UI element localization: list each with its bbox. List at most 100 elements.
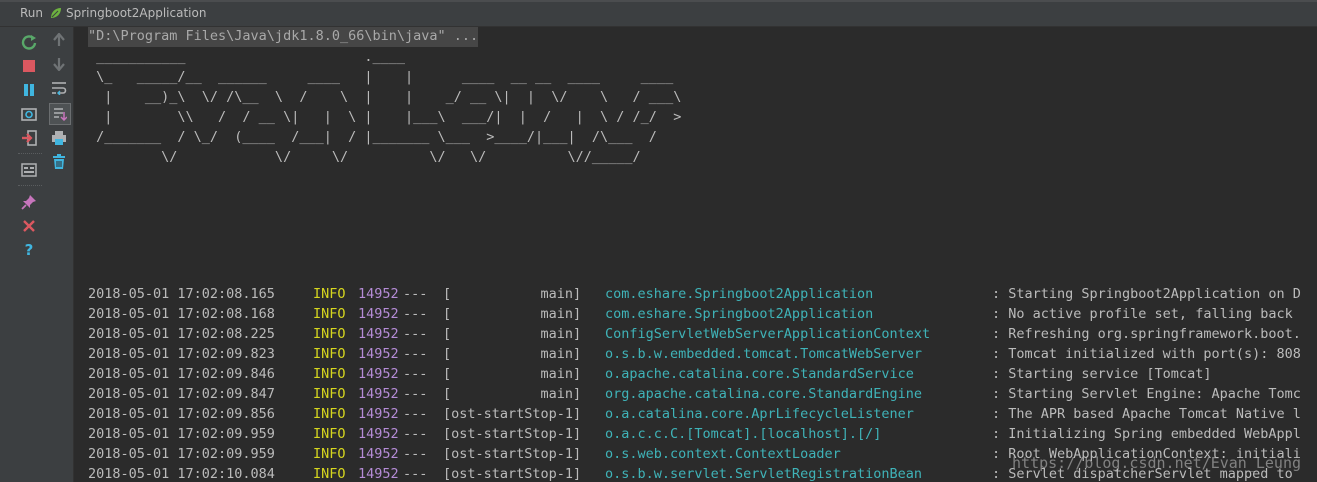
soft-wrap-icon [52, 82, 67, 95]
run-label: Run [20, 6, 44, 20]
log-line: 2018-05-01 17:02:09.823 INFO 14952 --- [… [88, 344, 1317, 364]
log-line: 2018-05-01 17:02:08.165 INFO 14952 --- [… [88, 284, 1317, 304]
log-thread: [ost-startStop-1] [443, 466, 582, 482]
log-level: INFO [313, 466, 346, 482]
log-level: INFO [313, 366, 346, 382]
log-separator: --- [403, 346, 428, 362]
pin-icon [21, 195, 36, 210]
help-button[interactable]: ? [20, 241, 38, 259]
log-thread: [ost-startStop-1] [443, 426, 582, 442]
help-icon: ? [24, 241, 34, 259]
scroll-up-button[interactable] [50, 31, 68, 49]
log-thread: [ main] [443, 386, 582, 402]
log-logger[interactable]: ConfigServletWebServerApplicationContext [605, 324, 992, 344]
log-logger[interactable]: com.eshare.Springboot2Application [605, 304, 992, 324]
stop-icon [23, 60, 35, 72]
log-message: : Refreshing org.springframework.boot. [992, 326, 1301, 342]
log-thread: [ main] [443, 366, 582, 382]
log-pid: 14952 [358, 446, 399, 462]
close-tab-button[interactable] [20, 217, 38, 235]
log-level: INFO [313, 426, 346, 442]
print-button[interactable] [50, 129, 68, 147]
clear-all-button[interactable] [50, 153, 68, 171]
log-timestamp: 2018-05-01 17:02:09.846 [88, 366, 275, 382]
pin-tab-button[interactable] [20, 193, 38, 211]
log-message: : The APR based Apache Tomcat Native l [992, 406, 1301, 422]
log-pid: 14952 [358, 366, 399, 382]
log-line: 2018-05-01 17:02:09.846 INFO 14952 --- [… [88, 364, 1317, 384]
log-timestamp: 2018-05-01 17:02:09.823 [88, 346, 275, 362]
scroll-down-icon [53, 58, 65, 71]
rerun-icon [21, 35, 37, 50]
scroll-to-end-button[interactable] [49, 103, 71, 125]
log-pid: 14952 [358, 286, 399, 302]
log-thread: [ main] [443, 326, 582, 342]
log-pid: 14952 [358, 406, 399, 422]
banner-line: ___________ .____ [88, 49, 405, 65]
log-logger[interactable]: o.apache.catalina.core.StandardService [605, 364, 992, 384]
log-logger[interactable]: o.s.b.w.servlet.ServletRegistrationBean [605, 464, 992, 482]
log-level: INFO [313, 286, 346, 302]
pause-button[interactable] [20, 81, 38, 99]
log-timestamp: 2018-05-01 17:02:09.959 [88, 446, 275, 462]
soft-wrap-button[interactable] [50, 79, 68, 97]
log-pid: 14952 [358, 386, 399, 402]
exit-icon [22, 130, 37, 146]
banner-line: | __)_\ \/ /\__ \ / \ | | _/ __ \| | \/ … [88, 89, 682, 105]
log-logger[interactable]: o.a.catalina.core.AprLifecycleListener [605, 404, 992, 424]
run-actions-toolbar: ? [0, 27, 47, 482]
log-timestamp: 2018-05-01 17:02:10.084 [88, 466, 275, 482]
run-tool-window-header: Run Springboot2Application [0, 0, 1317, 27]
log-separator: --- [403, 386, 428, 402]
exit-button[interactable] [20, 129, 38, 147]
banner-line: \_ _____/__ ______ ____ | | ____ __ __ _… [88, 69, 674, 85]
log-pid: 14952 [358, 426, 399, 442]
log-separator: --- [403, 326, 428, 342]
log-logger[interactable]: org.apache.catalina.core.StandardEngine [605, 384, 992, 404]
log-pid: 14952 [358, 346, 399, 362]
dump-threads-icon [21, 108, 37, 121]
run-config-tab-label: Springboot2Application [66, 6, 207, 20]
log-level: INFO [313, 406, 346, 422]
rerun-button[interactable] [20, 33, 38, 51]
scroll-down-button[interactable] [50, 55, 68, 73]
log-thread: [ main] [443, 346, 582, 362]
log-thread: [ost-startStop-1] [443, 446, 582, 462]
log-logger[interactable]: o.s.web.context.ContextLoader [605, 444, 992, 464]
log-separator: --- [403, 406, 428, 422]
toolbar-separator [18, 185, 42, 187]
log-line: 2018-05-01 17:02:09.847 INFO 14952 --- [… [88, 384, 1317, 404]
log-separator: --- [403, 286, 428, 302]
restore-layout-button[interactable] [20, 161, 38, 179]
log-pid: 14952 [358, 466, 399, 482]
dump-threads-button[interactable] [20, 105, 38, 123]
run-config-tab[interactable]: Springboot2Application [49, 6, 206, 20]
log-logger[interactable]: o.s.b.w.embedded.tomcat.TomcatWebServer [605, 344, 992, 364]
log-separator: --- [403, 446, 428, 462]
log-message: : Starting Servlet Engine: Apache Tomc [992, 386, 1301, 402]
log-level: INFO [313, 306, 346, 322]
log-logger[interactable]: o.a.c.c.C.[Tomcat].[localhost].[/] [605, 424, 992, 444]
spring-leaf-icon [51, 8, 62, 18]
log-logger[interactable]: com.eshare.Springboot2Application [605, 284, 992, 304]
log-separator: --- [403, 366, 428, 382]
log-level: INFO [313, 326, 346, 342]
log-line: 2018-05-01 17:02:08.168 INFO 14952 --- [… [88, 304, 1317, 324]
console-output[interactable]: "D:\Program Files\Java\jdk1.8.0_66\bin\j… [74, 27, 1317, 482]
log-pid: 14952 [358, 326, 399, 342]
banner-line: \/ \/ \/ \/ \/ \//_____/ [88, 149, 641, 165]
log-timestamp: 2018-05-01 17:02:09.959 [88, 426, 275, 442]
stop-button[interactable] [20, 57, 38, 75]
banner-line: /_______ / \_/ (____ /___| / |_______ \_… [88, 129, 657, 145]
header-top-border [0, 0, 1317, 2]
console-actions-toolbar [46, 27, 74, 482]
log-line: 2018-05-01 17:02:08.225 INFO 14952 --- [… [88, 324, 1317, 344]
log-message: : Initializing Spring embedded WebAppl [992, 426, 1301, 442]
log-separator: --- [403, 466, 428, 482]
log-message: : Starting service [Tomcat] [992, 366, 1212, 382]
scroll-up-icon [53, 33, 65, 46]
log-message: : Starting Springboot2Application on D [992, 286, 1301, 302]
log-separator: --- [403, 306, 428, 322]
log-message: : No active profile set, falling back [992, 306, 1293, 322]
watermark-text: https://blog.csdn.net/Evan_Leung [1012, 454, 1301, 472]
